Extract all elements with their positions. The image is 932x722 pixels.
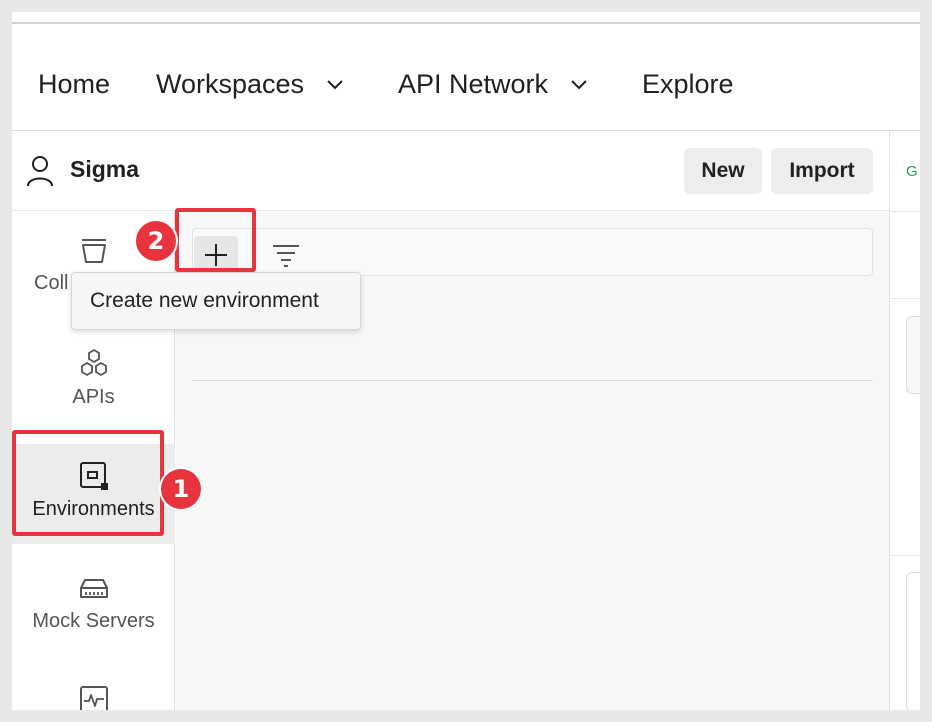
- chevron-down-icon: [571, 80, 587, 90]
- apis-icon: [80, 348, 107, 377]
- right-pane-card[interactable]: [906, 572, 920, 710]
- right-pane-divider: [889, 131, 890, 710]
- workspace-name: Sigma: [70, 156, 140, 182]
- sidebar-item-mock-servers[interactable]: Mock Servers: [12, 572, 175, 633]
- step-badge-1: 1: [161, 469, 201, 509]
- right-pane-divider-line: [890, 555, 920, 556]
- step-badge-2: 2: [136, 221, 176, 261]
- mock-servers-icon: [79, 579, 108, 598]
- highlight-box-create-button: [175, 208, 256, 272]
- nav-api-network[interactable]: API Network: [398, 66, 590, 102]
- filter-icon: [273, 245, 299, 267]
- nav-home[interactable]: Home: [38, 66, 110, 102]
- create-environment-tooltip: Create new environment: [71, 272, 361, 330]
- sidebar-item-label: Mock Servers: [32, 610, 155, 632]
- user-icon: [27, 156, 53, 187]
- workspace-header: Sigma New Import: [12, 131, 889, 211]
- highlight-box-environments: [12, 430, 164, 536]
- nav-explore-label: Explore: [642, 69, 734, 99]
- tooltip-text: Create new environment: [90, 289, 319, 312]
- nav-api-network-label: API Network: [398, 69, 549, 99]
- sidebar-item-label: APIs: [72, 386, 115, 408]
- import-button[interactable]: Import: [771, 148, 873, 194]
- new-button[interactable]: New: [684, 148, 762, 194]
- right-pane-card[interactable]: [906, 316, 920, 394]
- panel-divider: [192, 380, 873, 381]
- collections-icon: [81, 239, 106, 263]
- chevron-down-icon: [327, 80, 343, 90]
- app-window: Home Workspaces API Network Explore Sigm…: [12, 12, 920, 710]
- filter-button[interactable]: [268, 236, 304, 274]
- sidebar-item-monitors[interactable]: [12, 684, 175, 710]
- nav-explore[interactable]: Explore: [642, 66, 734, 102]
- right-pane-divider-line: [890, 298, 920, 299]
- monitors-icon: [79, 686, 108, 710]
- nav-home-label: Home: [38, 69, 111, 99]
- top-navigation: Home Workspaces API Network Explore: [12, 24, 920, 131]
- right-pane-divider-line: [890, 211, 920, 212]
- nav-workspaces[interactable]: Workspaces: [156, 66, 346, 102]
- nav-workspaces-label: Workspaces: [156, 69, 305, 99]
- right-pane-text-fragment: G: [906, 163, 918, 180]
- sidebar-item-apis[interactable]: APIs: [12, 348, 175, 409]
